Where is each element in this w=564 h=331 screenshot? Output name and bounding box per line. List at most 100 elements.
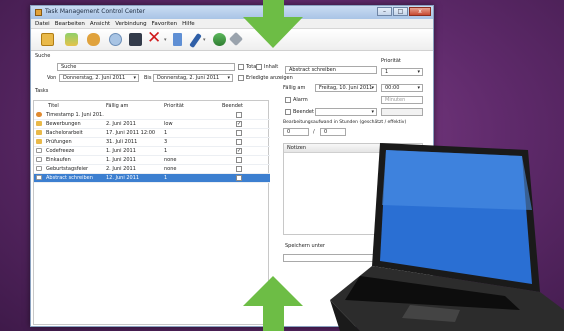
done-date-picker[interactable] xyxy=(315,108,377,116)
delete-icon[interactable]: ✕ xyxy=(147,30,161,47)
to-date-picker[interactable]: Donnerstag, 2. Juni 2011 xyxy=(153,74,233,82)
timestamp-icon[interactable] xyxy=(87,33,100,46)
settings-icon[interactable] xyxy=(228,31,244,47)
done-checkbox[interactable] xyxy=(285,109,291,115)
row-title: Geburtstagsfeier xyxy=(46,166,89,172)
row-title: Prüfungen xyxy=(46,139,72,145)
alarm-label: Alarm xyxy=(293,97,308,103)
app-icon xyxy=(35,9,42,16)
menu-verbindung[interactable]: Verbindung xyxy=(115,19,146,28)
done-time-input[interactable] xyxy=(381,108,423,116)
due-label: Fällig am xyxy=(283,85,306,91)
save-icon[interactable] xyxy=(129,33,142,46)
doc-icon xyxy=(36,166,42,171)
total-checkbox[interactable] xyxy=(238,64,244,70)
row-title: Bewerbungen xyxy=(46,121,81,127)
row-done-checkbox[interactable] xyxy=(236,175,242,181)
table-row[interactable]: Abstract schreiben 12. Juni 2011 1 xyxy=(34,174,270,183)
notes-label: Notizen xyxy=(284,144,422,153)
tasks-section-label: Tasks xyxy=(35,88,49,94)
row-priority: none xyxy=(164,166,177,172)
table-row[interactable]: Bewerbungen 2. Juni 2011 low ✓ xyxy=(34,120,270,129)
row-done-checkbox[interactable] xyxy=(236,139,242,145)
menu-favoriten[interactable]: Favoriten xyxy=(152,19,177,28)
column-header-title[interactable]: Titel xyxy=(48,101,59,111)
row-priority: 3 xyxy=(164,139,168,145)
row-done-checkbox[interactable] xyxy=(236,166,242,172)
table-row[interactable]: Bachelorarbeit 17. Juni 2011 12:00 1 xyxy=(34,129,270,138)
menu-bar: Datei Bearbeiten Ansicht Verbindung Favo… xyxy=(31,19,433,29)
show-done-checkbox[interactable] xyxy=(238,75,244,81)
menu-hilfe[interactable]: Hilfe xyxy=(182,19,195,28)
row-due: 17. Juni 2011 12:00 xyxy=(106,130,156,136)
from-label: Von xyxy=(47,75,57,81)
row-title: Bachelorarbeit xyxy=(46,130,83,136)
table-row[interactable]: Geburtstagsfeier 2. Juni 2011 none xyxy=(34,165,270,174)
doc-icon xyxy=(36,157,42,162)
row-done-checkbox[interactable]: ✓ xyxy=(236,121,242,127)
menu-ansicht[interactable]: Ansicht xyxy=(90,19,110,28)
new-folder-icon[interactable] xyxy=(41,33,54,46)
column-header-priority[interactable]: Priorität xyxy=(164,101,184,111)
row-priority: 1 xyxy=(164,175,168,181)
table-row[interactable]: Einkaufen 1. Juni 2011 none xyxy=(34,156,270,165)
row-done-checkbox[interactable]: ✓ xyxy=(236,148,242,154)
row-title: Einkaufen xyxy=(46,157,71,163)
to-label: Bis xyxy=(144,75,152,81)
table-row[interactable]: Timestamp 1. Juni 201... xyxy=(34,111,270,120)
menu-datei[interactable]: Datei xyxy=(35,19,50,28)
inhalt-label: Inhalt xyxy=(264,64,279,70)
priority-select[interactable]: 1 xyxy=(381,68,423,76)
menu-bearbeiten[interactable]: Bearbeiten xyxy=(55,19,85,28)
row-done-checkbox[interactable] xyxy=(236,130,242,136)
window-controls: – □ x xyxy=(377,7,431,16)
clock-icon xyxy=(36,112,42,117)
row-title: Codefreeze xyxy=(46,148,75,154)
column-header-done[interactable]: Beendet xyxy=(222,101,243,111)
minimize-button[interactable]: – xyxy=(377,7,392,16)
new-task-icon[interactable] xyxy=(65,33,78,46)
search-input[interactable]: Suche xyxy=(57,63,235,71)
window-title: Task Management Control Center xyxy=(45,8,146,15)
save-label: Speichern unter xyxy=(285,243,325,249)
effort-actual-input[interactable]: 0 xyxy=(320,128,346,136)
folder-icon xyxy=(36,139,42,144)
row-priority: low xyxy=(164,121,173,127)
refresh-icon[interactable] xyxy=(213,33,226,46)
row-done-checkbox[interactable] xyxy=(236,112,242,118)
chevron-down-icon[interactable]: ▾ xyxy=(164,37,167,43)
export-icon[interactable] xyxy=(173,33,182,46)
alarm-minutes-input[interactable]: Minuten xyxy=(381,96,423,104)
edit-icon[interactable] xyxy=(189,32,202,49)
inhalt-checkbox[interactable] xyxy=(256,64,262,70)
row-done-checkbox[interactable] xyxy=(236,157,242,163)
doc-icon xyxy=(36,148,42,153)
row-priority: 1 xyxy=(164,148,168,154)
row-priority: 1 xyxy=(164,130,168,136)
task-title-input[interactable]: Abstract schreiben xyxy=(285,66,377,74)
due-time-input[interactable]: 00:00 xyxy=(381,84,423,92)
table-row[interactable]: Prüfungen 31. Juli 2011 3 xyxy=(34,138,270,147)
chevron-down-icon[interactable]: ▾ xyxy=(203,37,206,43)
search-icon[interactable] xyxy=(109,33,122,46)
effort-estimated-input[interactable]: 0 xyxy=(283,128,309,136)
title-bar: Task Management Control Center – □ x xyxy=(31,6,433,19)
from-date-picker[interactable]: Donnerstag, 2. Juni 2011 xyxy=(59,74,139,82)
close-button[interactable]: x xyxy=(409,7,431,16)
done-label: Beendet xyxy=(293,109,314,115)
priority-label: Priorität xyxy=(381,58,401,64)
table-row[interactable]: Codefreeze 1. Juni 2011 1 ✓ xyxy=(34,147,270,156)
maximize-button[interactable]: □ xyxy=(393,7,408,16)
alarm-checkbox[interactable] xyxy=(285,97,291,103)
due-date-picker[interactable]: Freitag, 10. Juni 2011 xyxy=(315,84,377,92)
row-title: Abstract schreiben xyxy=(46,175,93,181)
notes-area[interactable]: Notizen xyxy=(283,143,423,235)
app-window: Task Management Control Center – □ x Dat… xyxy=(30,5,434,327)
column-header-due[interactable]: Fällig am xyxy=(106,101,128,111)
row-due: 1. Juni 2011 xyxy=(106,148,136,154)
browse-button[interactable]: Durchsuchen xyxy=(383,239,423,249)
row-due: 1. Juni 2011 xyxy=(106,157,136,163)
save-path-input[interactable] xyxy=(283,254,423,262)
row-priority: none xyxy=(164,157,177,163)
row-due: 2. Juni 2011 xyxy=(106,166,136,172)
